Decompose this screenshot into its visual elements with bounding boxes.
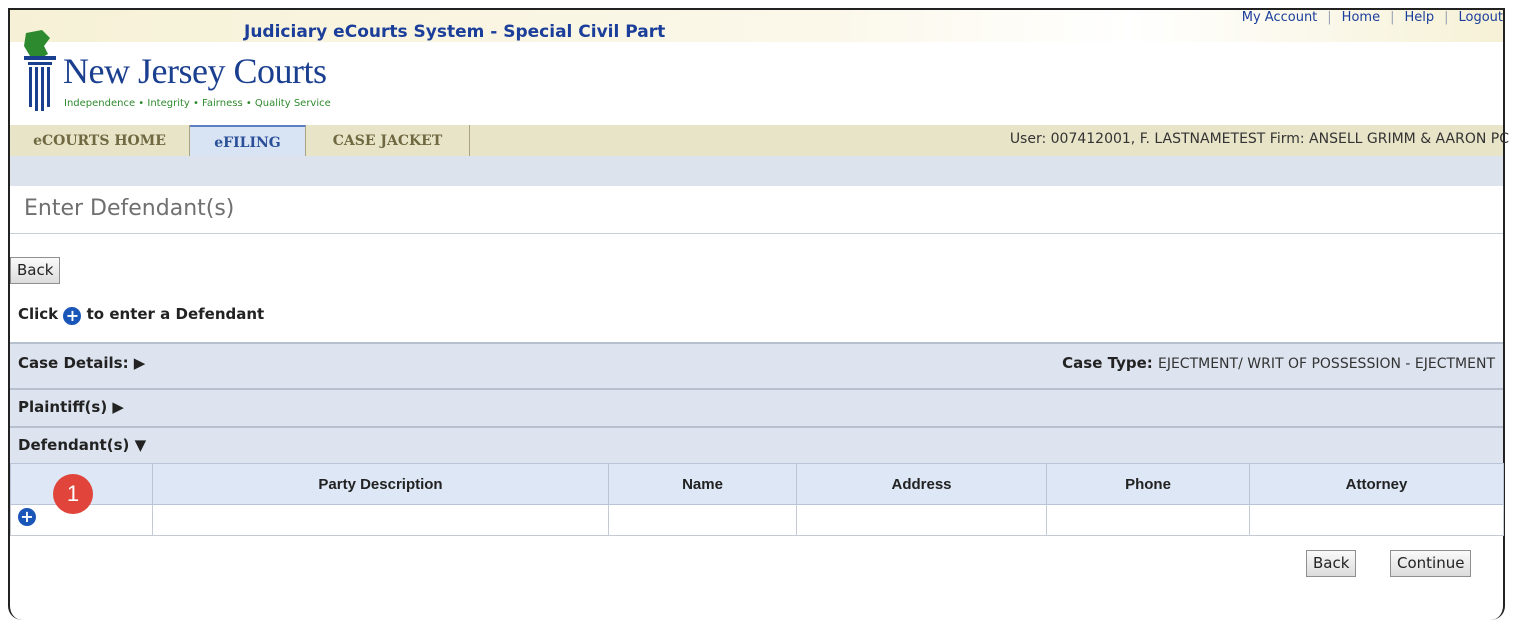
page-title: Enter Defendant(s) bbox=[24, 196, 235, 221]
add-defendant-icon[interactable]: + bbox=[18, 508, 36, 526]
user-info: User: 007412001, F. LASTNAMETEST Firm: A… bbox=[1009, 131, 1509, 147]
case-type: Case Type: EJECTMENT/ WRIT OF POSSESSION… bbox=[1062, 354, 1495, 372]
courthouse-logo bbox=[18, 30, 62, 124]
back-button-top[interactable]: Back bbox=[10, 257, 61, 284]
hint-prefix: Click bbox=[18, 305, 59, 323]
column-header-attorney: Attorney bbox=[1249, 463, 1504, 505]
system-title: Judiciary eCourts System - Special Civil… bbox=[244, 22, 666, 42]
table-cell bbox=[796, 504, 1047, 536]
top-links: My Account | Home | Help | Logout bbox=[1241, 10, 1503, 25]
table-cell bbox=[1249, 504, 1504, 536]
column-header-party-description: Party Description bbox=[152, 463, 609, 505]
home-link[interactable]: Home bbox=[1342, 10, 1380, 25]
column-header-address: Address bbox=[796, 463, 1047, 505]
defendants-table: Party Description Name Address Phone Att… bbox=[10, 463, 1504, 536]
logo-tagline: Independence • Integrity • Fairness • Qu… bbox=[64, 98, 331, 109]
tab-case-jacket[interactable]: CASE JACKET bbox=[306, 125, 470, 156]
plus-circle-icon: + bbox=[63, 307, 82, 325]
add-defendant-hint: Click + to enter a Defendant bbox=[18, 305, 264, 325]
logout-link[interactable]: Logout bbox=[1458, 10, 1503, 25]
table-cell bbox=[608, 504, 797, 536]
table-header-row: Party Description Name Address Phone Att… bbox=[10, 463, 1504, 505]
logo-name: New Jersey Courts bbox=[63, 51, 327, 91]
continue-button[interactable]: Continue bbox=[1390, 550, 1472, 577]
hint-suffix: to enter a Defendant bbox=[86, 305, 265, 323]
case-type-label: Case Type: bbox=[1062, 354, 1153, 372]
case-details-section[interactable]: Case Details: ▶ Case Type: EJECTMENT/ WR… bbox=[10, 342, 1503, 388]
tab-efiling[interactable]: eFILING bbox=[190, 125, 306, 156]
plaintiffs-section[interactable]: Plaintiff(s) ▶ bbox=[10, 388, 1503, 426]
table-cell bbox=[152, 504, 609, 536]
divider bbox=[10, 233, 1503, 234]
tab-ecourts-home[interactable]: eCOURTS HOME bbox=[10, 125, 190, 156]
back-button[interactable]: Back bbox=[1306, 550, 1357, 577]
defendants-toggle[interactable]: Defendant(s) ▼ bbox=[18, 436, 146, 454]
defendants-section[interactable]: Defendant(s) ▼ bbox=[10, 426, 1503, 464]
case-type-value: EJECTMENT/ WRIT OF POSSESSION - EJECTMEN… bbox=[1157, 356, 1495, 372]
plaintiffs-toggle[interactable]: Plaintiff(s) ▶ bbox=[18, 398, 124, 416]
column-header-name: Name bbox=[608, 463, 797, 505]
case-details-toggle[interactable]: Case Details: ▶ bbox=[18, 354, 145, 372]
help-link[interactable]: Help bbox=[1404, 10, 1434, 25]
table-row bbox=[10, 504, 1504, 536]
column-header-phone: Phone bbox=[1046, 463, 1250, 505]
table-cell bbox=[1046, 504, 1250, 536]
my-account-link[interactable]: My Account bbox=[1242, 10, 1318, 25]
sub-header-stripe bbox=[10, 156, 1503, 186]
callout-badge: 1 bbox=[53, 474, 93, 514]
